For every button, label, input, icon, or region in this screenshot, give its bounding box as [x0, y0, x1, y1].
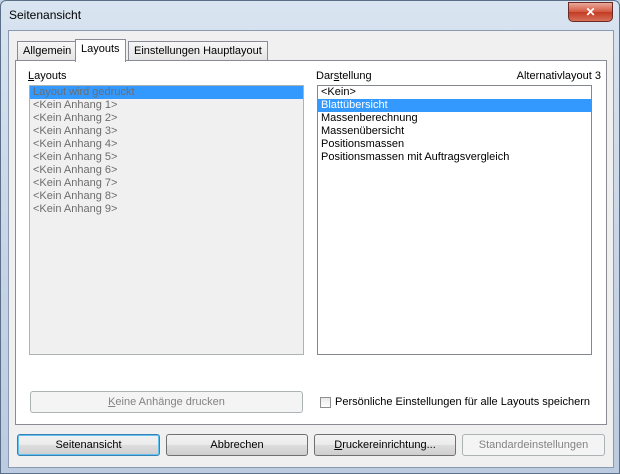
- tab-allgemein-label: Allgemein: [23, 45, 72, 57]
- layout-list-item[interactable]: <Kein Anhang 6>: [30, 164, 303, 177]
- tab-einstellungen-hauptlayout-label: Einstellungen Hauptlayout: [134, 45, 262, 57]
- tab-layouts-label: Layouts: [81, 43, 120, 55]
- darstellung-list-item[interactable]: Positionsmassen: [318, 138, 591, 151]
- layout-list-item[interactable]: <Kein Anhang 4>: [30, 138, 303, 151]
- title-bar[interactable]: Seitenansicht ✕: [1, 1, 619, 29]
- dialog-client: Allgemein Layouts Einstellungen Hauptlay…: [8, 30, 614, 468]
- abbrechen-button[interactable]: Abbrechen: [166, 434, 308, 456]
- layout-list-item[interactable]: <Kein Anhang 3>: [30, 125, 303, 138]
- layout-list-item[interactable]: <Kein Anhang 9>: [30, 203, 303, 216]
- darstellung-list[interactable]: <Kein> Blattübersicht Massenberechnung M…: [317, 85, 592, 355]
- close-button[interactable]: ✕: [568, 2, 613, 22]
- druckereinrichtung-button-label: ruckereinrichtung...: [342, 439, 436, 451]
- darstellung-list-item[interactable]: Massenberechnung: [318, 112, 591, 125]
- window-title: Seitenansicht: [9, 8, 82, 22]
- layouts-tab-panel: Layouts Layout wird gedruckt <Kein Anhan…: [15, 60, 607, 425]
- seitenansicht-button[interactable]: Seitenansicht: [17, 434, 160, 456]
- darstellung-label: Darstellung: [316, 70, 372, 82]
- darstellung-list-item[interactable]: Massenübersicht: [318, 125, 591, 138]
- layout-list-item[interactable]: <Kein Anhang 5>: [30, 151, 303, 164]
- close-icon: ✕: [585, 5, 596, 19]
- persoenliche-einstellungen-label[interactable]: Persönliche Einstellungen für alle Layou…: [335, 396, 590, 408]
- tab-allgemein[interactable]: Allgemein: [17, 41, 78, 61]
- darstellung-label-pre: Dar: [316, 70, 334, 82]
- layout-list-item[interactable]: <Kein Anhang 1>: [30, 99, 303, 112]
- layout-list-item[interactable]: <Kein Anhang 7>: [30, 177, 303, 190]
- dialog-window: Seitenansicht ✕ Allgemein Layouts Einste…: [0, 0, 620, 474]
- layout-list-item[interactable]: <Kein Anhang 8>: [30, 190, 303, 203]
- tab-einstellungen-hauptlayout[interactable]: Einstellungen Hauptlayout: [128, 41, 268, 61]
- standardeinstellungen-button[interactable]: Standardeinstellungen: [462, 434, 605, 456]
- darstellung-list-item[interactable]: Blattübersicht: [318, 99, 591, 112]
- keine-anhaenge-drucken-button[interactable]: Keine Anhänge drucken: [30, 391, 303, 413]
- druckereinrichtung-button[interactable]: Druckereinrichtung...: [314, 434, 456, 456]
- standardeinstellungen-button-label: Standardeinstellungen: [478, 439, 589, 451]
- layouts-list[interactable]: Layout wird gedruckt <Kein Anhang 1> <Ke…: [29, 85, 304, 355]
- seitenansicht-button-label: Seitenansicht: [55, 439, 122, 451]
- layouts-label-rest: ayouts: [34, 70, 67, 82]
- abbrechen-button-label: Abbrechen: [210, 439, 264, 451]
- keine-anhaenge-label: eine Anhänge drucken: [115, 396, 225, 408]
- layout-list-item[interactable]: Layout wird gedruckt: [30, 86, 303, 99]
- darstellung-list-item[interactable]: Positionsmassen mit Auftragsvergleich: [318, 151, 591, 164]
- tab-layouts[interactable]: Layouts: [75, 39, 126, 62]
- darstellung-label-post: tellung: [339, 70, 372, 82]
- layout-list-item[interactable]: <Kein Anhang 2>: [30, 112, 303, 125]
- alternativlayout-label: Alternativlayout 3: [516, 70, 601, 82]
- druckereinrichtung-access-key: D: [334, 439, 343, 451]
- layouts-label: Layouts: [28, 70, 67, 82]
- persoenliche-einstellungen-checkbox[interactable]: [320, 397, 331, 408]
- darstellung-list-item[interactable]: <Kein>: [318, 86, 591, 99]
